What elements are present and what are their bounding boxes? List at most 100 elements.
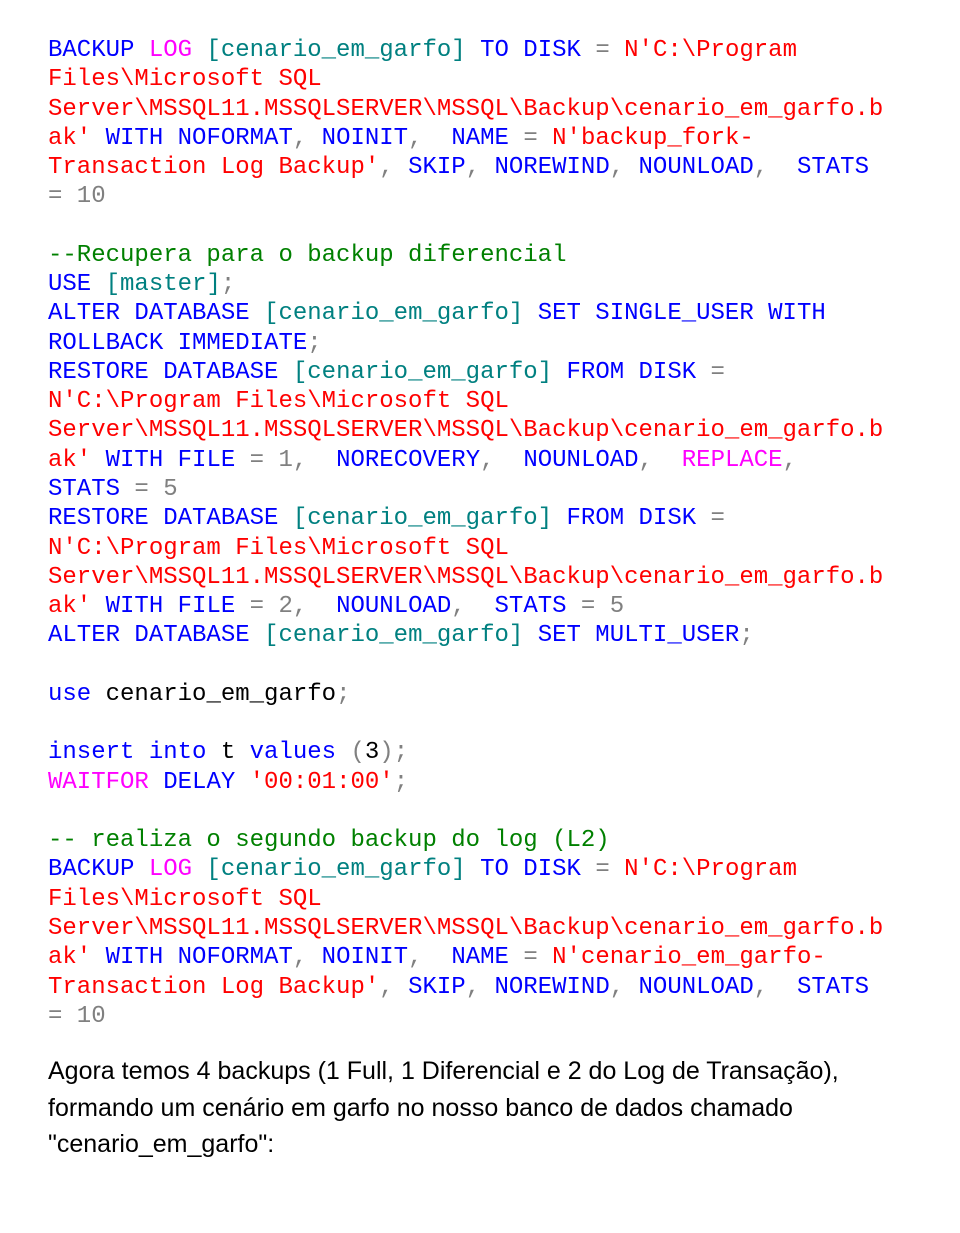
tok: , bbox=[754, 974, 797, 1001]
tok: = 5 bbox=[120, 476, 178, 503]
tok: DELAY bbox=[149, 769, 235, 796]
tok: STATS bbox=[797, 974, 869, 1001]
tok: ( bbox=[336, 739, 365, 766]
tok: SET bbox=[523, 300, 581, 327]
tok: , bbox=[408, 944, 451, 971]
tok: DATABASE bbox=[120, 622, 250, 649]
tok: [cenario_em_garfo] bbox=[278, 505, 552, 532]
tok: SET bbox=[523, 622, 581, 649]
sql-comment: -- realiza o segundo backup do log (L2) bbox=[48, 827, 610, 854]
tok: , bbox=[610, 974, 639, 1001]
tok: RESTORE bbox=[48, 359, 149, 386]
tok: ; bbox=[394, 769, 408, 796]
tok: WITH bbox=[754, 300, 826, 327]
tok: , bbox=[466, 974, 495, 1001]
tok: ALTER bbox=[48, 300, 120, 327]
tok: , bbox=[451, 593, 494, 620]
tok: = bbox=[509, 944, 552, 971]
tok: WITH bbox=[91, 593, 177, 620]
tok: = 1, bbox=[235, 447, 336, 474]
tok: TO bbox=[466, 856, 509, 883]
tok: NOUNLOAD bbox=[639, 154, 754, 181]
tok: BACKUP bbox=[48, 856, 134, 883]
tok: ALTER bbox=[48, 622, 120, 649]
tok: [cenario_em_garfo] bbox=[192, 856, 466, 883]
tok: SKIP bbox=[408, 154, 466, 181]
tok: [cenario_em_garfo] bbox=[250, 622, 524, 649]
tok: cenario_em_garfo bbox=[91, 681, 336, 708]
tok: FILE bbox=[178, 447, 236, 474]
tok: NOUNLOAD bbox=[523, 447, 638, 474]
tok: DISK bbox=[509, 856, 581, 883]
tok: LOG bbox=[134, 37, 192, 64]
tok: FROM bbox=[552, 359, 624, 386]
tok: NAME bbox=[451, 125, 509, 152]
tok: WAITFOR bbox=[48, 769, 149, 796]
tok: NORECOVERY bbox=[336, 447, 480, 474]
tok: , bbox=[466, 154, 495, 181]
tok: NAME bbox=[451, 944, 509, 971]
tok: DATABASE bbox=[149, 359, 279, 386]
tok: ); bbox=[379, 739, 408, 766]
tok: use bbox=[48, 681, 91, 708]
tok: STATS bbox=[48, 476, 120, 503]
tok: DISK bbox=[624, 359, 696, 386]
tok: = bbox=[696, 505, 739, 532]
tok: WITH bbox=[91, 447, 177, 474]
tok: DISK bbox=[509, 37, 581, 64]
tok: = 5 bbox=[567, 593, 625, 620]
tok: NOREWIND bbox=[495, 974, 610, 1001]
tok: into bbox=[134, 739, 206, 766]
tok: ; bbox=[307, 330, 321, 357]
tok: NOUNLOAD bbox=[639, 974, 754, 1001]
tok: LOG bbox=[134, 856, 192, 883]
tok: RESTORE bbox=[48, 505, 149, 532]
tok: ; bbox=[221, 271, 235, 298]
tok: values bbox=[250, 739, 336, 766]
tok: , bbox=[293, 944, 322, 971]
tok: , bbox=[610, 154, 639, 181]
tok: , bbox=[639, 447, 682, 474]
tok: NOREWIND bbox=[495, 154, 610, 181]
tok: NOINIT bbox=[322, 125, 408, 152]
tok: insert bbox=[48, 739, 134, 766]
tok: FROM bbox=[552, 505, 624, 532]
tok: USE bbox=[48, 271, 91, 298]
tok: '00:01:00' bbox=[235, 769, 393, 796]
tok: , bbox=[408, 125, 451, 152]
tok: , bbox=[480, 447, 523, 474]
tok: BACKUP bbox=[48, 37, 134, 64]
tok: DATABASE bbox=[149, 505, 279, 532]
tok: , bbox=[293, 125, 322, 152]
tok: = bbox=[581, 856, 624, 883]
tok: REPLACE bbox=[682, 447, 783, 474]
tok: 3 bbox=[365, 739, 379, 766]
tok: , bbox=[379, 154, 408, 181]
tok: SKIP bbox=[408, 974, 466, 1001]
tok: , bbox=[379, 974, 408, 1001]
tok: SINGLE_USER bbox=[581, 300, 754, 327]
tok: NOUNLOAD bbox=[336, 593, 451, 620]
tok: MULTI_USER bbox=[581, 622, 739, 649]
tok: , bbox=[754, 154, 797, 181]
tok: = bbox=[581, 37, 624, 64]
tok: [cenario_em_garfo] bbox=[278, 359, 552, 386]
tok: STATS bbox=[797, 154, 869, 181]
tok: WITH bbox=[91, 125, 177, 152]
tok: WITH bbox=[91, 944, 177, 971]
tok: = bbox=[509, 125, 552, 152]
sql-comment: --Recupera para o backup diferencial bbox=[48, 242, 566, 269]
tok: DISK bbox=[624, 505, 696, 532]
paragraph-body: Agora temos 4 backups (1 Full, 1 Diferen… bbox=[48, 1053, 892, 1163]
tok: NOFORMAT bbox=[178, 944, 293, 971]
tok: = bbox=[696, 359, 739, 386]
tok: = 2, bbox=[235, 593, 336, 620]
tok: FILE bbox=[178, 593, 236, 620]
tok: TO bbox=[466, 37, 509, 64]
tok: [cenario_em_garfo] bbox=[250, 300, 524, 327]
tok: t bbox=[206, 739, 249, 766]
tok: ; bbox=[739, 622, 753, 649]
tok: [cenario_em_garfo] bbox=[192, 37, 466, 64]
tok: ; bbox=[336, 681, 350, 708]
tok: , bbox=[783, 447, 826, 474]
